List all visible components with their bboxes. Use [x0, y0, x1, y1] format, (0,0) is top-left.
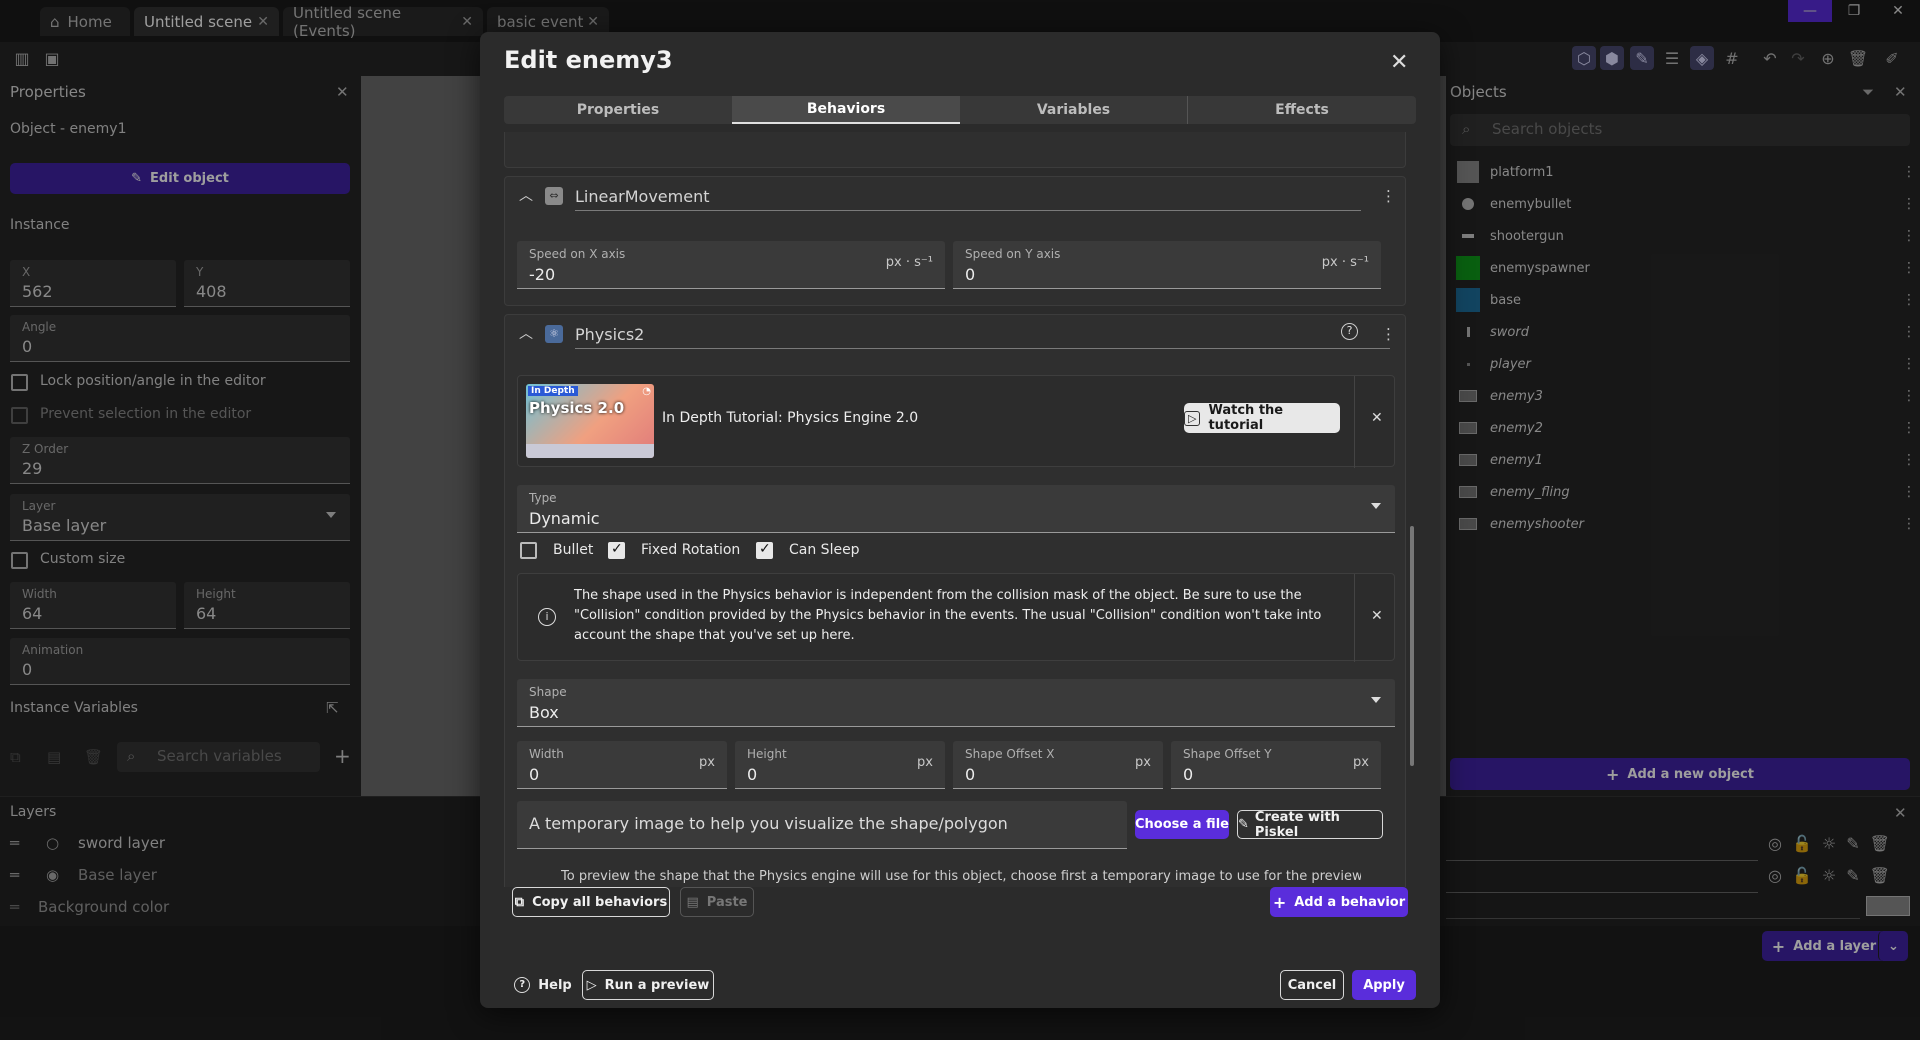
cancel-button[interactable]: Cancel	[1280, 970, 1344, 1000]
run-preview-button[interactable]: ▷ Run a preview	[582, 970, 714, 1000]
alert-divider	[1354, 574, 1355, 662]
close-icon[interactable]: ✕	[1371, 608, 1383, 624]
dialog-title: Edit enemy3	[504, 46, 673, 74]
physics-icon: ⚛	[545, 325, 563, 343]
play-icon: ▷	[1184, 410, 1201, 426]
name-underline	[575, 210, 1361, 211]
close-icon[interactable]: ✕	[1371, 410, 1383, 426]
add-behavior-button[interactable]: + Add a behavior	[1270, 887, 1408, 917]
pencil-icon: ✎	[1238, 817, 1249, 832]
behaviors-scroll-area[interactable]: ︿ ⇔ LinearMovement ⋮ Speed on X axis -20…	[504, 132, 1416, 907]
help-button[interactable]: ? Help	[512, 970, 574, 1000]
banner-divider	[1354, 376, 1355, 468]
apply-button[interactable]: Apply	[1352, 970, 1416, 1000]
fixed-rotation-checkbox[interactable]	[608, 541, 625, 559]
preview-note: To preview the shape that the Physics en…	[561, 869, 1361, 884]
shape-height-field[interactable]: Height 0 px	[735, 741, 945, 789]
tutorial-title: In Depth Tutorial: Physics Engine 2.0	[662, 410, 919, 426]
tutorial-thumb-title: Physics 2.0	[529, 399, 625, 417]
paste-icon: ▤	[686, 894, 699, 910]
play-icon: ▷	[586, 977, 597, 993]
gdevelop-logo-icon: ◔	[642, 386, 651, 397]
help-circle-icon[interactable]: ?	[1341, 323, 1358, 340]
close-icon[interactable]: ✕	[1390, 50, 1408, 75]
chevron-up-icon[interactable]: ︿	[519, 185, 533, 205]
shape-offset-x-field[interactable]: Shape Offset X 0 px	[953, 741, 1163, 789]
tab-properties[interactable]: Properties	[504, 96, 732, 124]
help-circle-icon: ?	[514, 977, 531, 993]
info-text: The shape used in the Physics behavior i…	[574, 588, 1322, 643]
more-icon[interactable]: ⋮	[1381, 325, 1396, 343]
info-alert: i The shape used in the Physics behavior…	[517, 573, 1395, 662]
more-icon[interactable]: ⋮	[1381, 187, 1396, 205]
tutorial-banner: In Depth Physics 2.0 ◔ In Depth Tutorial…	[517, 375, 1395, 468]
bullet-label: Bullet	[553, 542, 594, 558]
speed-x-field[interactable]: Speed on X axis -20 px · s⁻¹	[517, 241, 945, 289]
tab-effects[interactable]: Effects	[1188, 96, 1416, 124]
scrollbar[interactable]	[1410, 526, 1414, 766]
linear-movement-icon: ⇔	[545, 187, 563, 205]
watch-tutorial-button[interactable]: ▷ Watch the tutorial	[1184, 403, 1340, 433]
fixed-rotation-label: Fixed Rotation	[641, 542, 741, 558]
behavior-name[interactable]: Physics2	[575, 325, 644, 344]
tab-variables[interactable]: Variables	[960, 96, 1188, 124]
behavior-name[interactable]: LinearMovement	[575, 187, 709, 206]
temporary-image-input[interactable]: A temporary image to help you visualize …	[517, 801, 1127, 849]
type-select[interactable]: Type Dynamic	[517, 485, 1395, 533]
tutorial-badge: In Depth	[528, 386, 578, 396]
create-with-piskel-button[interactable]: ✎ Create with Piskel	[1237, 810, 1383, 840]
choose-file-button[interactable]: Choose a file	[1135, 810, 1229, 839]
info-icon: i	[538, 608, 556, 626]
caret-down-icon	[1371, 503, 1381, 509]
behavior-card-linearmovement: ︿ ⇔ LinearMovement ⋮ Speed on X axis -20…	[504, 176, 1406, 306]
shape-select[interactable]: Shape Box	[517, 679, 1395, 727]
copy-all-behaviors-button[interactable]: ⧉ Copy all behaviors	[512, 887, 670, 917]
edit-object-dialog: Edit enemy3 ✕ Properties Behaviors Varia…	[480, 32, 1440, 1008]
thumbnail-ground	[526, 444, 654, 458]
can-sleep-checkbox[interactable]	[756, 541, 773, 559]
speed-y-field[interactable]: Speed on Y axis 0 px · s⁻¹	[953, 241, 1381, 289]
behavior-card-previous	[504, 132, 1406, 168]
name-underline	[575, 348, 1390, 349]
copy-icon: ⧉	[514, 894, 525, 910]
chevron-up-icon[interactable]: ︿	[519, 323, 533, 343]
caret-down-icon	[1371, 697, 1381, 703]
tutorial-thumbnail: In Depth Physics 2.0 ◔	[526, 384, 654, 458]
tab-behaviors[interactable]: Behaviors	[732, 96, 960, 124]
can-sleep-label: Can Sleep	[789, 542, 860, 558]
behavior-card-physics2: ︿ ⚛ Physics2 ? ⋮ In Depth Physics 2.0 ◔ …	[504, 314, 1406, 907]
shape-width-field[interactable]: Width 0 px	[517, 741, 727, 789]
shape-offset-y-field[interactable]: Shape Offset Y 0 px	[1171, 741, 1381, 789]
bullet-checkbox[interactable]	[520, 542, 537, 559]
paste-button[interactable]: ▤ Paste	[680, 887, 754, 917]
dialog-tabs: Properties Behaviors Variables Effects	[504, 96, 1416, 124]
plus-icon: +	[1272, 892, 1287, 912]
